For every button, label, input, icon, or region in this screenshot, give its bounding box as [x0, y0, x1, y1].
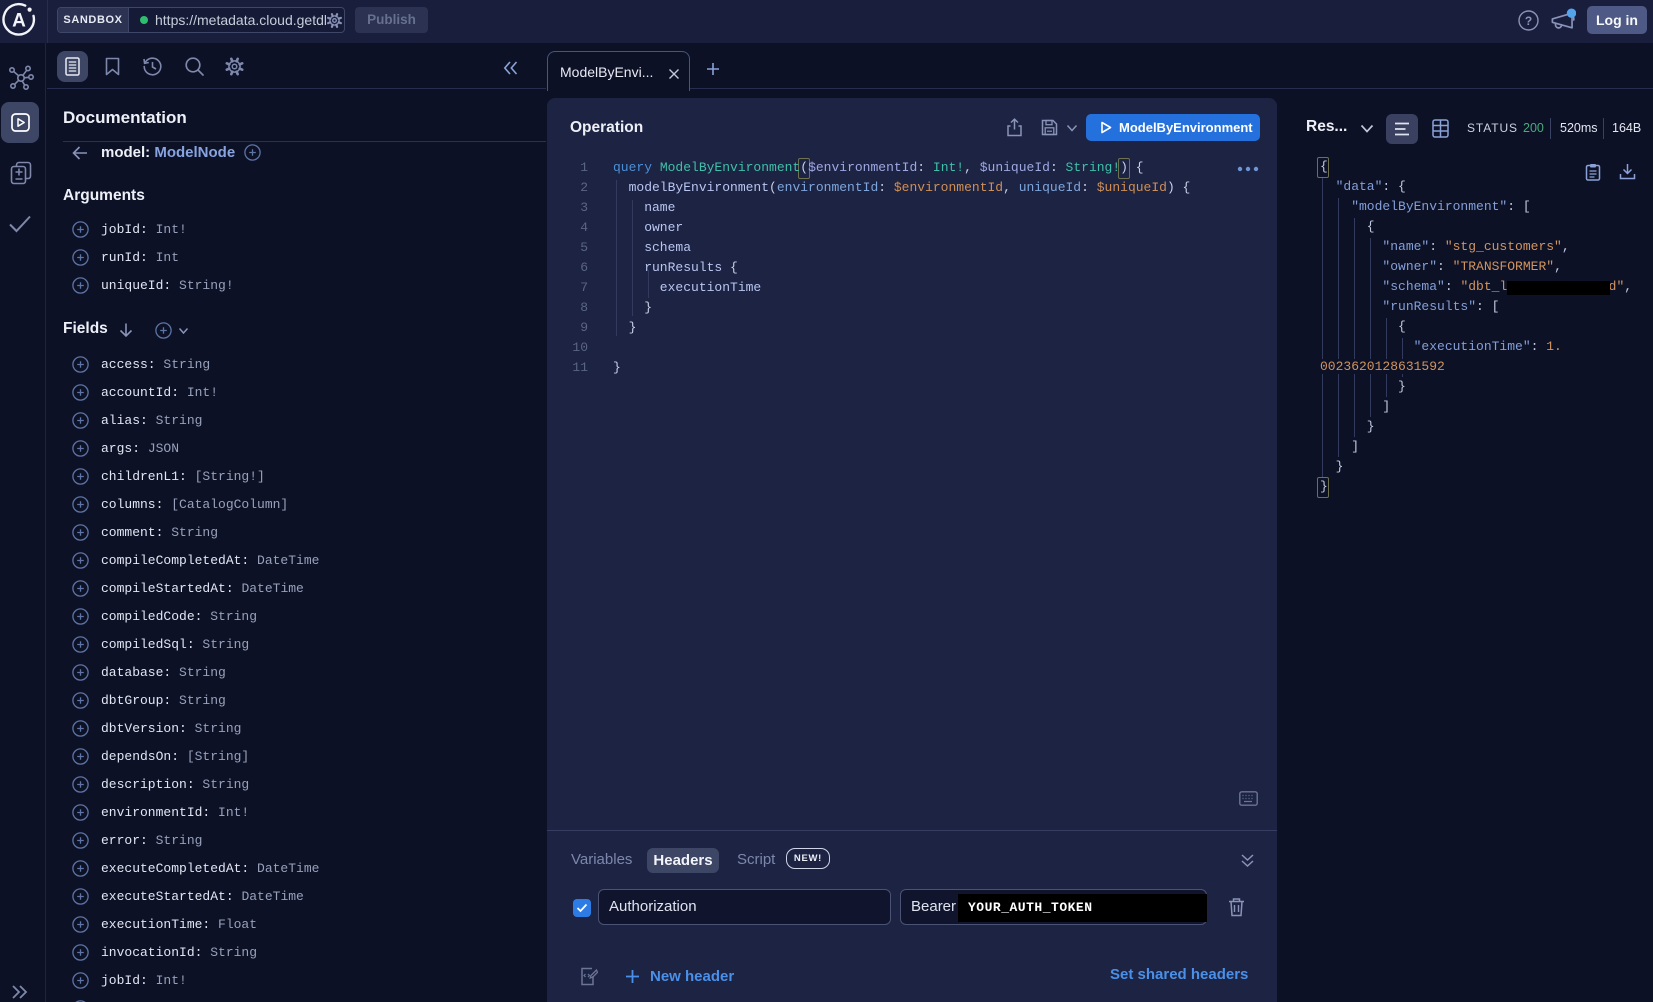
svg-text:?: ? — [1525, 14, 1532, 28]
svg-text:A: A — [12, 11, 26, 32]
